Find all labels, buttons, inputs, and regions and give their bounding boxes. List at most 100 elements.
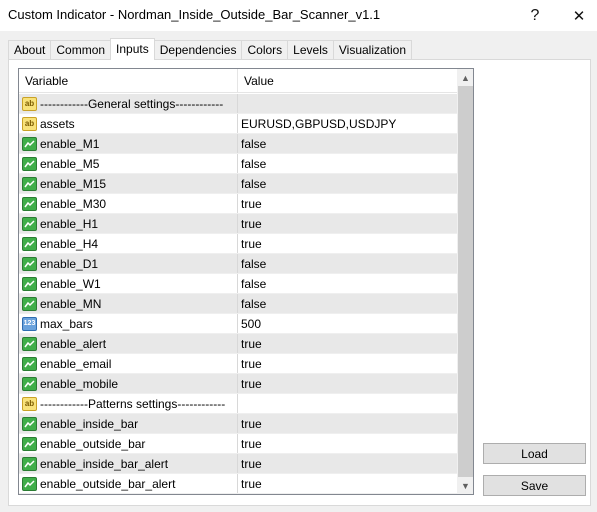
variable-cell: 123 max_bars [19, 314, 238, 334]
help-button[interactable]: ? [513, 0, 557, 31]
value-cell[interactable]: true [238, 354, 457, 374]
row-divider [19, 493, 457, 494]
bool-type-icon [22, 477, 37, 491]
table-row[interactable]: enable_inside_bar_alert true [19, 454, 457, 474]
value-cell[interactable]: 500 [238, 314, 457, 334]
value-cell[interactable]: false [238, 254, 457, 274]
variable-name: enable_mobile [40, 377, 119, 391]
section-row[interactable]: ab ------------Patterns settings---------… [19, 394, 457, 414]
value-cell[interactable]: true [238, 214, 457, 234]
table-row[interactable]: enable_D1 false [19, 254, 457, 274]
bool-type-icon [22, 377, 37, 391]
tab-colors[interactable]: Colors [241, 40, 289, 60]
value-cell[interactable]: true [238, 434, 457, 454]
variable-name: enable_M1 [40, 137, 100, 151]
variable-name: enable_inside_bar_alert [40, 457, 169, 471]
bool-type-icon [22, 337, 37, 351]
bool-type-icon [22, 237, 37, 251]
table-row[interactable]: enable_M15 false [19, 174, 457, 194]
grid-rows: ab ------------General settings----------… [19, 94, 457, 494]
column-header-value[interactable]: Value [238, 69, 457, 93]
table-row[interactable]: enable_M30 true [19, 194, 457, 214]
variable-cell: enable_M30 [19, 194, 238, 214]
table-row[interactable]: enable_M5 false [19, 154, 457, 174]
variable-cell: enable_H1 [19, 214, 238, 234]
tab-visualization[interactable]: Visualization [332, 40, 413, 60]
value-cell[interactable] [238, 394, 457, 414]
table-row[interactable]: enable_outside_bar true [19, 434, 457, 454]
variable-name: ------------General settings------------ [40, 97, 224, 111]
variable-name: enable_inside_bar [40, 417, 139, 431]
bool-type-icon [22, 197, 37, 211]
value-cell[interactable]: false [238, 154, 457, 174]
bool-type-icon [22, 217, 37, 231]
value-cell[interactable]: true [238, 234, 457, 254]
value-cell[interactable]: true [238, 414, 457, 434]
scroll-down-icon[interactable]: ▼ [457, 477, 473, 494]
variable-cell: enable_M1 [19, 134, 238, 154]
section-row[interactable]: ab ------------General settings----------… [19, 94, 457, 114]
table-row[interactable]: enable_H4 true [19, 234, 457, 254]
variable-cell: enable_W1 [19, 274, 238, 294]
variable-cell: enable_outside_bar [19, 434, 238, 454]
table-row[interactable]: ab assets EURUSD,GBPUSD,USDJPY [19, 114, 457, 134]
table-row[interactable]: 123 max_bars 500 [19, 314, 457, 334]
variable-name: enable_alert [40, 337, 107, 351]
tab-common[interactable]: Common [50, 40, 112, 60]
table-row[interactable]: enable_MN false [19, 294, 457, 314]
variable-name: ------------Patterns settings-----------… [40, 397, 226, 411]
variable-cell: enable_mobile [19, 374, 238, 394]
column-header-variable[interactable]: Variable [19, 69, 238, 93]
value-cell[interactable]: true [238, 454, 457, 474]
variable-name: max_bars [40, 317, 93, 331]
tab-inputs[interactable]: Inputs [110, 38, 155, 60]
value-cell[interactable]: false [238, 294, 457, 314]
scrollbar-thumb[interactable] [458, 86, 473, 477]
table-row[interactable]: enable_outside_bar_alert true [19, 474, 457, 494]
variable-name: enable_H4 [40, 237, 99, 251]
value-cell[interactable]: false [238, 134, 457, 154]
table-row[interactable]: enable_H1 true [19, 214, 457, 234]
scroll-up-icon[interactable]: ▲ [457, 69, 473, 86]
variable-name: enable_W1 [40, 277, 101, 291]
variable-name: enable_email [40, 357, 112, 371]
grid-header: Variable Value [19, 69, 457, 93]
window-title: Custom Indicator - Nordman_Inside_Outsid… [8, 7, 381, 22]
load-button[interactable]: Load [483, 443, 586, 464]
save-button[interactable]: Save [483, 475, 586, 496]
bool-type-icon [22, 177, 37, 191]
value-cell[interactable]: false [238, 274, 457, 294]
vertical-scrollbar[interactable]: ▲ ▼ [457, 69, 473, 494]
tab-strip: About Common Inputs Dependencies Colors Level… [8, 38, 413, 60]
close-button[interactable]: ✕ [557, 0, 597, 31]
value-cell[interactable]: true [238, 374, 457, 394]
bool-type-icon [22, 137, 37, 151]
table-row[interactable]: enable_inside_bar true [19, 414, 457, 434]
tab-about[interactable]: About [8, 40, 52, 60]
value-cell[interactable]: true [238, 194, 457, 214]
table-row[interactable]: enable_mobile true [19, 374, 457, 394]
tab-dependencies[interactable]: Dependencies [153, 40, 243, 60]
value-cell[interactable]: true [238, 334, 457, 354]
variable-cell: ab ------------Patterns settings---------… [19, 394, 238, 414]
table-row[interactable]: enable_alert true [19, 334, 457, 354]
variable-name: enable_M15 [40, 177, 107, 191]
variable-cell: enable_MN [19, 294, 238, 314]
value-cell[interactable]: false [238, 174, 457, 194]
variable-cell: enable_inside_bar_alert [19, 454, 238, 474]
variable-name: enable_outside_bar_alert [40, 477, 176, 491]
variable-name: enable_M30 [40, 197, 107, 211]
value-cell[interactable] [238, 94, 457, 114]
variable-name: enable_M5 [40, 157, 100, 171]
value-cell[interactable]: EURUSD,GBPUSD,USDJPY [238, 114, 457, 134]
bool-type-icon [22, 457, 37, 471]
string-type-icon: ab [22, 117, 37, 131]
table-row[interactable]: enable_W1 false [19, 274, 457, 294]
value-cell[interactable]: true [238, 474, 457, 494]
tab-levels[interactable]: Levels [287, 40, 334, 60]
table-row[interactable]: enable_email true [19, 354, 457, 374]
variable-cell: enable_D1 [19, 254, 238, 274]
bool-type-icon [22, 257, 37, 271]
variable-cell: enable_H4 [19, 234, 238, 254]
table-row[interactable]: enable_M1 false [19, 134, 457, 154]
